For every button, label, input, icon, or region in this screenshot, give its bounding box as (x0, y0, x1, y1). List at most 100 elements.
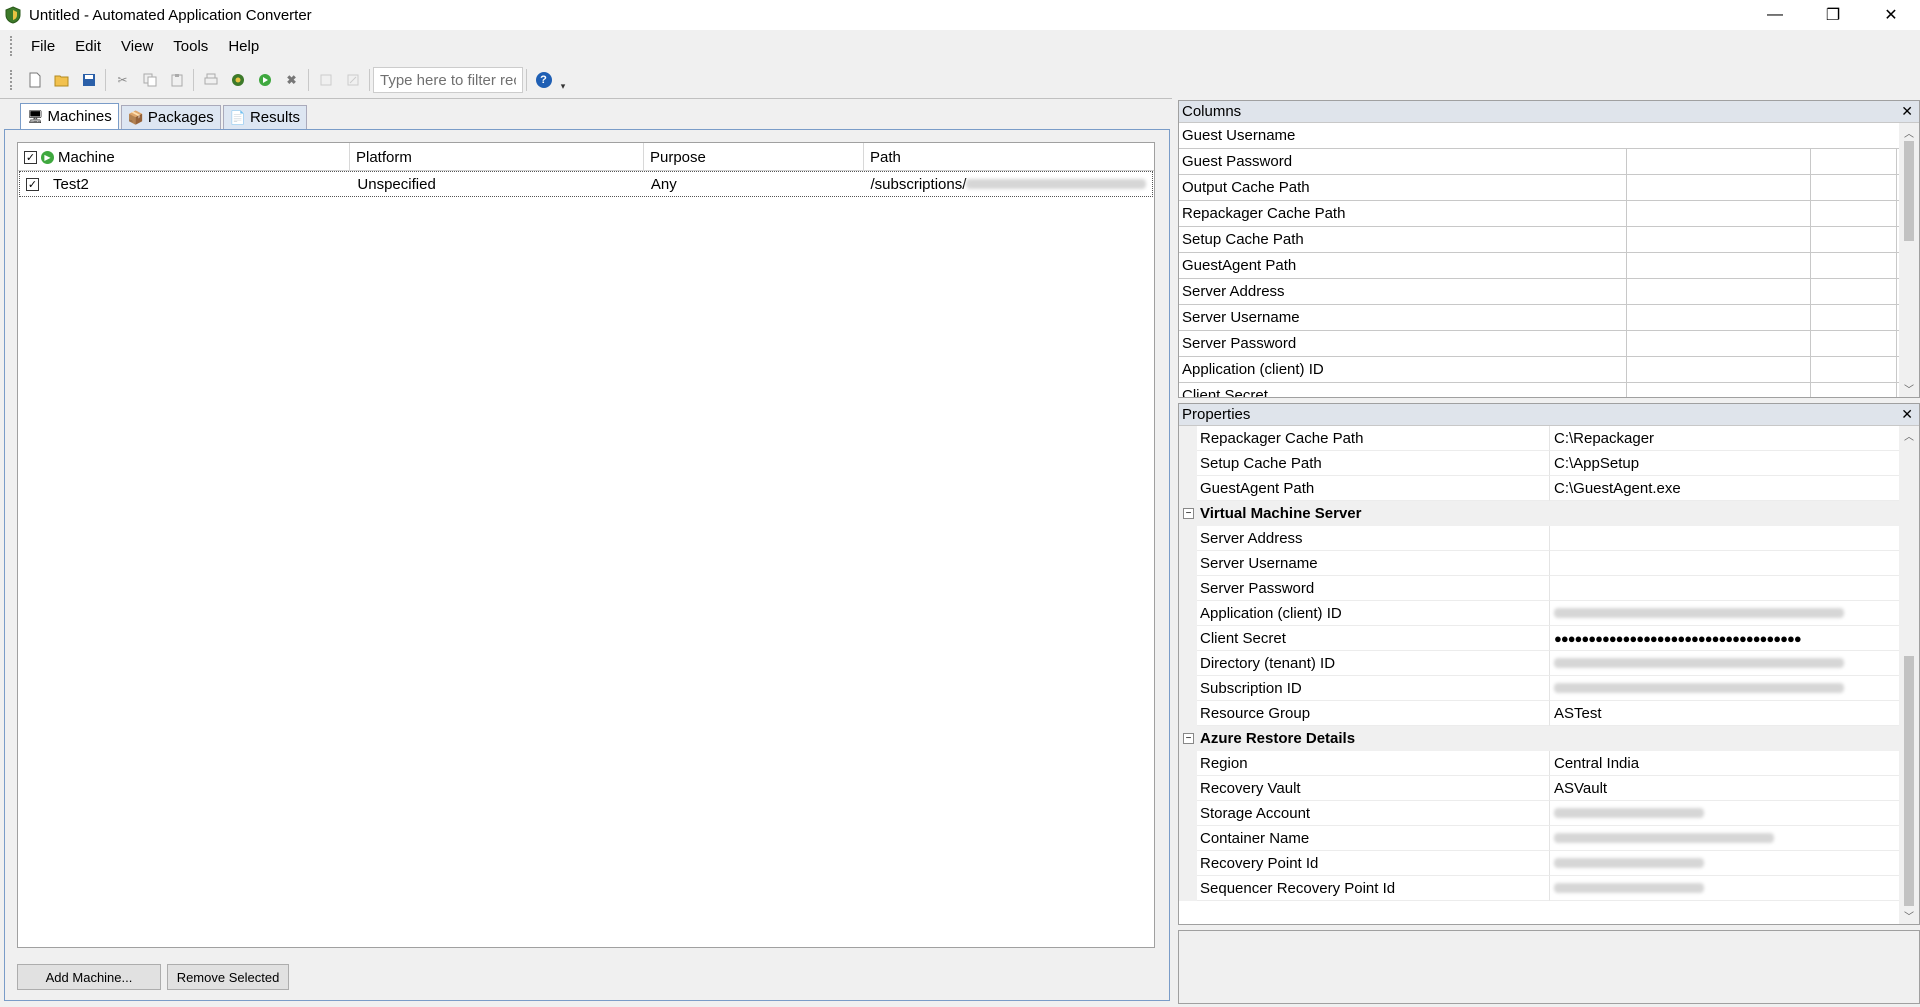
list-item[interactable]: Setup Cache Path (1179, 227, 1899, 253)
package-icon: 📦 (127, 109, 144, 125)
scroll-thumb[interactable] (1904, 141, 1914, 241)
property-row[interactable]: Resource Group ASTest (1179, 701, 1901, 726)
list-item[interactable]: Application (client) ID (1179, 357, 1899, 383)
table-row[interactable]: ✓ Test2 Unspecified Any /subscriptions/ (19, 171, 1153, 197)
list-item[interactable]: Guest Username (1179, 123, 1899, 149)
minimize-button[interactable]: — (1746, 0, 1804, 30)
toolbar: ✂ ✖ ? ▾ (0, 62, 1920, 98)
property-row[interactable]: Recovery Vault ASVault (1179, 776, 1901, 801)
row-checkbox[interactable]: ✓ (26, 177, 39, 191)
filter-input[interactable] (373, 67, 523, 93)
tab-content: ✓ ▶ Machine Platform Purpose Path ✓ Test… (4, 129, 1170, 1001)
cell-path: /subscriptions/ (865, 172, 1152, 196)
close-icon[interactable]: ✕ (1901, 406, 1913, 423)
properties-panel-title: Properties ✕ (1179, 404, 1919, 426)
property-row[interactable]: Region Central India (1179, 751, 1901, 776)
tab-label: Packages (147, 109, 214, 126)
menu-bar: File Edit View Tools Help (0, 30, 1920, 62)
copy-icon[interactable] (136, 68, 163, 92)
export-icon[interactable] (339, 68, 366, 92)
property-row[interactable]: Repackager Cache Path C:\Repackager (1179, 426, 1901, 451)
property-row[interactable]: Sequencer Recovery Point Id (1179, 876, 1901, 901)
toolbar-grip (10, 70, 13, 90)
menu-grip (10, 36, 13, 56)
list-item[interactable]: Server Password (1179, 331, 1899, 357)
list-item[interactable]: Output Cache Path (1179, 175, 1899, 201)
tab-packages[interactable]: 📦 Packages (120, 105, 221, 129)
tab-label: Results (249, 109, 300, 126)
tab-results[interactable]: 📄 Results (222, 105, 307, 129)
toolbar-overflow-icon[interactable]: ▾ (557, 68, 569, 92)
import-icon[interactable] (312, 68, 339, 92)
menu-help[interactable]: Help (218, 38, 269, 55)
print-icon[interactable] (197, 68, 224, 92)
columns-scrollbar[interactable]: ︿ ﹀ (1899, 123, 1919, 397)
list-item[interactable]: Guest Password (1179, 149, 1899, 175)
open-folder-icon[interactable] (48, 68, 75, 92)
header-machine[interactable]: ✓ ▶ Machine (18, 143, 350, 171)
property-row[interactable]: Storage Account (1179, 801, 1901, 826)
property-row[interactable]: Server Password (1179, 576, 1901, 601)
list-item[interactable]: Client Secret (1179, 383, 1899, 397)
cut-icon[interactable]: ✂ (109, 68, 136, 92)
header-platform[interactable]: Platform (350, 143, 644, 171)
stop-icon[interactable]: ✖ (278, 68, 305, 92)
property-row[interactable]: Server Address (1179, 526, 1901, 551)
tab-machines[interactable]: 🖥 Machines (20, 103, 119, 129)
collapse-icon[interactable]: − (1183, 733, 1194, 744)
save-icon[interactable] (75, 68, 102, 92)
machines-grid: ✓ ▶ Machine Platform Purpose Path ✓ Test… (17, 142, 1155, 948)
run-icon[interactable] (251, 68, 278, 92)
redacted-text (966, 179, 1147, 189)
menu-file[interactable]: File (21, 38, 65, 55)
list-item[interactable]: GuestAgent Path (1179, 253, 1899, 279)
menu-edit[interactable]: Edit (65, 38, 111, 55)
property-row[interactable]: Container Name (1179, 826, 1901, 851)
property-row[interactable]: Recovery Point Id (1179, 851, 1901, 876)
scroll-up-icon[interactable]: ︿ (1899, 123, 1919, 141)
redacted-text (1554, 608, 1844, 618)
maximize-button[interactable]: ❐ (1804, 0, 1862, 30)
menu-view[interactable]: View (111, 38, 163, 55)
window-title: Untitled - Automated Application Convert… (29, 6, 312, 24)
remove-selected-button[interactable]: Remove Selected (167, 964, 289, 990)
category-azure-restore-details[interactable]: − Azure Restore Details (1179, 726, 1901, 751)
property-row[interactable]: Directory (tenant) ID (1179, 651, 1901, 676)
monitor-icon: 🖥 (27, 108, 44, 124)
help-icon[interactable]: ? (530, 68, 557, 92)
list-item[interactable]: Repackager Cache Path (1179, 201, 1899, 227)
property-row[interactable]: Client Secret ●●●●●●●●●●●●●●●●●●●●●●●●●●… (1179, 626, 1901, 651)
columns-panel: Columns ✕ Guest Username Guest Password … (1178, 100, 1920, 398)
select-all-checkbox[interactable]: ✓ (24, 150, 37, 164)
header-path[interactable]: Path (864, 143, 1154, 171)
new-file-icon[interactable] (21, 68, 48, 92)
close-icon[interactable]: ✕ (1901, 103, 1913, 120)
scroll-up-icon[interactable]: ︿ (1899, 426, 1919, 444)
header-purpose[interactable]: Purpose (644, 143, 864, 171)
add-machine-button[interactable]: Add Machine... (17, 964, 161, 990)
close-button[interactable]: ✕ (1862, 0, 1920, 30)
right-dock: Columns ✕ Guest Username Guest Password … (1172, 98, 1920, 1007)
property-row[interactable]: Application (client) ID (1179, 601, 1901, 626)
list-item[interactable]: Server Address (1179, 279, 1899, 305)
properties-panel: Properties ✕ Repackager Cache Path C:\Re… (1178, 403, 1920, 925)
scroll-thumb[interactable] (1904, 656, 1914, 906)
property-row[interactable]: Setup Cache Path C:\AppSetup (1179, 451, 1901, 476)
properties-scrollbar[interactable]: ︿ ﹀ (1899, 426, 1919, 924)
package-add-icon[interactable] (224, 68, 251, 92)
list-item[interactable]: Server Username (1179, 305, 1899, 331)
paste-icon[interactable] (163, 68, 190, 92)
scroll-down-icon[interactable]: ﹀ (1899, 906, 1919, 924)
scroll-down-icon[interactable]: ﹀ (1899, 379, 1919, 397)
title-bar: Untitled - Automated Application Convert… (0, 0, 1920, 30)
menu-tools[interactable]: Tools (163, 38, 218, 55)
collapse-icon[interactable]: − (1183, 508, 1194, 519)
property-row[interactable]: GuestAgent Path C:\GuestAgent.exe (1179, 476, 1901, 501)
property-row[interactable]: Server Username (1179, 551, 1901, 576)
tab-strip: 🖥 Machines 📦 Packages 📄 Results (20, 103, 309, 129)
category-virtual-machine-server[interactable]: − Virtual Machine Server (1179, 501, 1901, 526)
property-row[interactable]: Subscription ID (1179, 676, 1901, 701)
grid-header: ✓ ▶ Machine Platform Purpose Path (18, 143, 1154, 171)
cell-purpose: Any (650, 175, 677, 193)
property-grid: Repackager Cache Path C:\Repackager Setu… (1179, 426, 1901, 924)
